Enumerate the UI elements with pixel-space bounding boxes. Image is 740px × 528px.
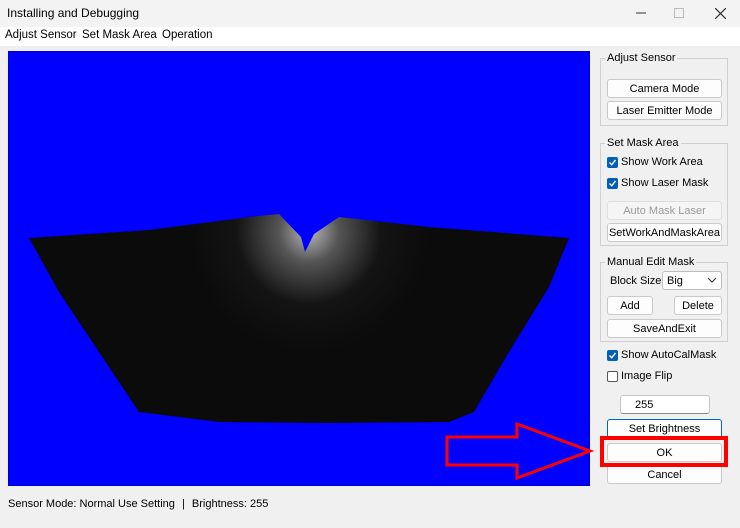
- add-button[interactable]: Add: [607, 296, 653, 315]
- ok-button[interactable]: OK: [607, 443, 722, 462]
- set-work-and-mask-area-button[interactable]: SetWorkAndMaskArea: [607, 223, 722, 242]
- brightness-input[interactable]: 255: [620, 395, 710, 414]
- title-bar: Installing and Debugging: [0, 0, 740, 27]
- menu-operation[interactable]: Operation: [162, 29, 213, 41]
- minimize-icon: [636, 12, 646, 14]
- brightness-status: Brightness: 255: [191, 498, 269, 510]
- delete-button[interactable]: Delete: [674, 296, 722, 315]
- image-flip-label: Image Flip: [621, 370, 673, 382]
- checkbox-checked-icon: [607, 156, 618, 168]
- show-laser-mask-label: Show Laser Mask: [621, 177, 709, 189]
- auto-mask-laser-button[interactable]: Auto Mask Laser: [607, 201, 722, 220]
- status-separator: |: [181, 498, 185, 510]
- menu-bar: Adjust Sensor Set Mask Area Operation: [0, 27, 740, 46]
- maximize-button[interactable]: [662, 2, 696, 24]
- checkbox-checked-icon: [607, 177, 618, 189]
- cancel-button[interactable]: Cancel: [607, 465, 722, 484]
- checkbox-unchecked-icon: [607, 370, 618, 382]
- show-autocal-mask-checkbox[interactable]: Show AutoCalMask: [607, 349, 716, 361]
- minimize-button[interactable]: [624, 2, 658, 24]
- status-bar: Sensor Mode: Normal Use Setting | Bright…: [8, 498, 268, 510]
- menu-adjust-sensor[interactable]: Adjust Sensor: [5, 29, 77, 41]
- menu-set-mask-area[interactable]: Set Mask Area: [82, 29, 157, 41]
- show-autocal-mask-label: Show AutoCalMask: [621, 349, 717, 361]
- checkbox-checked-icon: [607, 349, 618, 361]
- sensor-image: [29, 214, 569, 423]
- block-size-label: Block Size:: [610, 275, 665, 287]
- sensor-image-canvas[interactable]: [8, 51, 590, 486]
- manual-edit-mask-group-label: Manual Edit Mask: [605, 256, 697, 268]
- chevron-down-icon: [707, 277, 717, 283]
- set-brightness-button[interactable]: Set Brightness: [607, 419, 722, 438]
- show-work-area-label: Show Work Area: [621, 156, 703, 168]
- block-size-value: Big: [667, 274, 683, 287]
- save-and-exit-button[interactable]: SaveAndExit: [607, 319, 722, 338]
- laser-emitter-mode-button[interactable]: Laser Emitter Mode: [607, 101, 722, 120]
- camera-mode-button[interactable]: Camera Mode: [607, 79, 722, 98]
- adjust-sensor-group-label: Adjust Sensor: [605, 52, 678, 64]
- close-icon: [714, 7, 726, 19]
- set-mask-area-group-label: Set Mask Area: [605, 137, 681, 149]
- sensor-capture-region: [29, 214, 569, 423]
- show-work-area-checkbox[interactable]: Show Work Area: [607, 156, 703, 168]
- window-title: Installing and Debugging: [7, 6, 140, 20]
- block-size-select[interactable]: Big: [662, 271, 722, 290]
- maximize-icon: [674, 8, 684, 18]
- image-flip-checkbox[interactable]: Image Flip: [607, 370, 672, 382]
- show-laser-mask-checkbox[interactable]: Show Laser Mask: [607, 177, 708, 189]
- close-button[interactable]: [703, 2, 737, 24]
- sensor-mode-status: Sensor Mode: Normal Use Setting: [8, 498, 175, 510]
